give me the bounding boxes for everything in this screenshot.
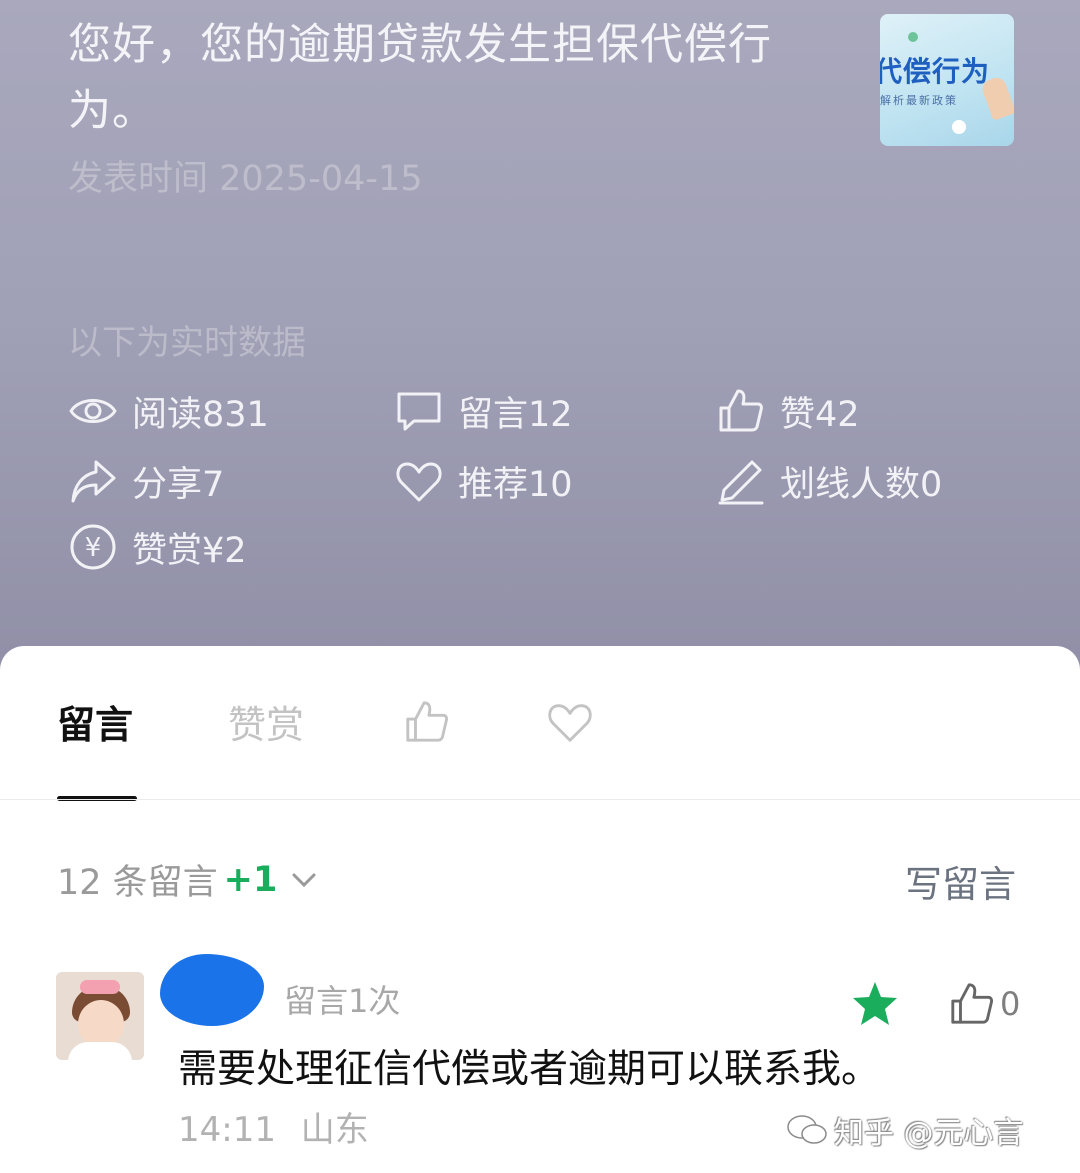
thumbnail-hand <box>979 75 1014 121</box>
stat-reads: 阅读831 <box>68 386 269 436</box>
stat-comments: 留言12 <box>394 386 573 436</box>
tabs-divider <box>0 799 1080 800</box>
comment-like-button[interactable]: 0 <box>948 980 1020 1028</box>
avatar-body <box>68 1042 132 1060</box>
stat-rewards-label: 赞赏¥2 <box>132 530 247 571</box>
stat-rewards: ¥ 赞赏¥2 <box>68 522 247 572</box>
avatar-bow <box>80 980 120 994</box>
thumbs-up-icon <box>719 389 763 432</box>
stat-comments-label: 留言12 <box>458 394 573 435</box>
comment-count-meta: 留言1次 <box>284 982 401 1020</box>
avatar[interactable] <box>56 972 144 1060</box>
comment-time-location: 14:11 山东 <box>178 1110 369 1150</box>
yen-coin-icon: ¥ <box>70 524 116 570</box>
chevron-down-icon <box>292 873 316 887</box>
eye-icon <box>69 399 117 423</box>
comment-count: 12 条留言 <box>57 863 218 903</box>
stat-underline-users: 划线人数0 <box>716 456 942 506</box>
article-title: 您好，您的逾期贷款发生担保代偿行为。 <box>68 20 772 136</box>
heart-icon <box>396 462 442 502</box>
svg-text:¥: ¥ <box>85 533 102 563</box>
watermark: 知乎 @元心言 <box>786 1108 1024 1152</box>
thumbs-up-icon <box>951 983 993 1024</box>
comment-count-toggle[interactable]: 12 条留言 +1 <box>57 854 319 905</box>
stat-underline-users-label: 划线人数0 <box>780 464 943 505</box>
thumbnail-subtitle: 解析最新政策 <box>880 94 958 107</box>
tab-rewards[interactable]: 赞赏 <box>228 700 304 750</box>
comment-text: 需要处理征信代偿或者逾期可以联系我。 <box>178 1047 881 1092</box>
stat-likes-label: 赞42 <box>780 394 860 435</box>
avatar-face <box>78 1000 124 1048</box>
write-comment-button[interactable]: 写留言 <box>905 854 1016 908</box>
thumbnail-decoration <box>908 32 918 42</box>
comment-like-count: 0 <box>1000 985 1021 1023</box>
pen-icon <box>718 460 764 505</box>
watermark-text: 知乎 @元心言 <box>834 1116 1024 1151</box>
publish-time: 发表时间 2025-04-15 <box>68 159 423 199</box>
stat-likes: 赞42 <box>716 386 860 436</box>
tab-likes-thumbs-up-icon[interactable] <box>403 698 451 746</box>
featured-star-icon[interactable] <box>850 980 900 1028</box>
article-stats-panel: 您好，您的逾期贷款发生担保代偿行为。 发表时间 2025-04-15 代偿行为 … <box>0 0 1080 700</box>
thumbnail-ball <box>952 120 966 134</box>
redacted-username <box>160 954 264 1026</box>
share-arrow-icon <box>71 460 116 503</box>
realtime-data-label: 以下为实时数据 <box>68 323 306 363</box>
comment-bubble-icon <box>397 392 441 431</box>
stat-shares-label: 分享7 <box>132 464 225 505</box>
tab-comments[interactable]: 留言 <box>57 700 133 750</box>
wechat-icon <box>787 1115 827 1144</box>
stat-shares: 分享7 <box>68 456 224 506</box>
article-thumbnail: 代偿行为 解析最新政策 <box>880 14 1014 146</box>
stat-recommends-label: 推荐10 <box>458 464 573 505</box>
new-comment-badge: +1 <box>223 859 278 900</box>
thumbnail-title: 代偿行为 <box>880 55 991 88</box>
comments-sheet: 留言 赞赏 12 条留言 +1 写留言 留言1次 0 需要处理征信代偿或者逾期可… <box>0 646 1080 1173</box>
tab-recommend-heart-icon[interactable] <box>546 698 594 746</box>
stat-recommends: 推荐10 <box>394 456 573 506</box>
stat-reads-label: 阅读831 <box>132 394 269 435</box>
